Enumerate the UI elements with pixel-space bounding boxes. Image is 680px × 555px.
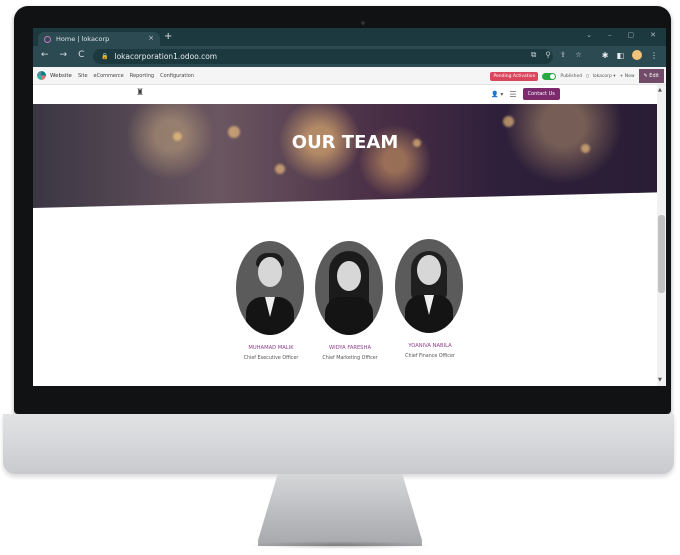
- member-role: Chief Finance Officer: [405, 354, 455, 359]
- tab-close-icon[interactable]: ×: [148, 34, 154, 42]
- zoom-icon[interactable]: ⚲: [545, 50, 551, 60]
- member-name: MUHAMAD MALIK: [248, 345, 294, 351]
- back-arrow-icon[interactable]: ←: [41, 50, 49, 60]
- address-bar[interactable]: 🔒 lokacorporation1.odoo.com: [93, 49, 553, 64]
- maximize-button[interactable]: ▢: [628, 31, 635, 39]
- forward-arrow-icon[interactable]: →: [60, 50, 68, 60]
- odoo-bar-right: Pending Activation Published ▯ lokacorp …: [490, 69, 664, 83]
- menu-ecommerce[interactable]: eCommerce: [94, 73, 124, 79]
- monitor-stand: [258, 474, 422, 546]
- site-logo-icon[interactable]: ♜: [136, 88, 144, 98]
- hamburger-menu-icon[interactable]: ☰: [509, 90, 516, 99]
- lock-icon[interactable]: 🔒: [101, 53, 108, 60]
- browser-tab[interactable]: Home | lokacorp ×: [38, 32, 160, 46]
- stand-shadow: [248, 541, 432, 549]
- published-label: Published: [560, 73, 583, 79]
- site-header: ♜ 👤 ▾ ☰ Contact Us: [33, 85, 657, 104]
- browser-actions: ✱ ◧ ⋮: [602, 50, 658, 60]
- odoo-admin-bar: Website Site eCommerce Reporting Configu…: [33, 67, 666, 85]
- member-photo: [315, 241, 383, 335]
- member-photo: [395, 239, 463, 333]
- url-text: lokacorporation1.odoo.com: [114, 52, 218, 61]
- scroll-up-icon[interactable]: ▲: [658, 87, 662, 93]
- window-controls: ⌄ – ▢ ✕: [586, 31, 656, 39]
- minimize-button[interactable]: –: [608, 31, 612, 39]
- published-toggle[interactable]: [542, 72, 557, 80]
- screen: Home | lokacorp × + ⌄ – ▢ ✕ ← → C 🔒 loka…: [33, 28, 666, 386]
- menu-site[interactable]: Site: [78, 73, 88, 79]
- menu-website[interactable]: Website: [50, 73, 72, 79]
- team-member-card: MUHAMAD MALIK Chief Executive Officer: [236, 241, 306, 361]
- member-name: YOANIVA NABILA: [408, 343, 452, 349]
- member-role: Chief Executive Officer: [243, 356, 299, 361]
- share-icon[interactable]: ⇪: [560, 50, 566, 60]
- edit-button[interactable]: ✎ Edit: [638, 69, 664, 83]
- tab-search-icon[interactable]: ⌄: [586, 31, 592, 39]
- contact-us-button[interactable]: Contact Us: [522, 88, 560, 100]
- member-photo: [236, 241, 304, 335]
- pending-activation-badge[interactable]: Pending Activation: [490, 71, 539, 81]
- browser-toolbar: ← → C 🔒 lokacorporation1.odoo.com ⧉ ⚲ ⇪ …: [33, 46, 666, 67]
- new-button[interactable]: + New: [620, 74, 635, 79]
- hero-banner: OUR TEAM: [33, 104, 657, 208]
- team-member-card: WIDYA FARESHA Chief Marketing Officer: [315, 241, 385, 361]
- kebab-menu-icon[interactable]: ⋮: [650, 51, 658, 60]
- member-name: WIDYA FARESHA: [328, 345, 371, 351]
- site-header-actions: 👤 ▾ ☰ Contact Us: [491, 88, 560, 100]
- user-menu-icon[interactable]: 👤 ▾: [491, 91, 503, 98]
- install-app-icon[interactable]: ⧉: [531, 50, 536, 60]
- extensions-puzzle-icon[interactable]: ✱: [602, 51, 609, 60]
- scroll-down-icon[interactable]: ▼: [658, 377, 662, 383]
- member-role: Chief Marketing Officer: [322, 356, 378, 361]
- bokeh-light: [503, 116, 514, 127]
- odoo-favicon-icon: [44, 35, 51, 43]
- nav-buttons: ← → C: [41, 50, 84, 60]
- mobile-preview-icon[interactable]: ▯: [586, 74, 588, 79]
- browser-tab-bar: Home | lokacorp × + ⌄ – ▢ ✕: [33, 28, 666, 46]
- monitor-chin: [3, 414, 674, 474]
- scroll-thumb[interactable]: [658, 215, 665, 293]
- bokeh-light: [275, 164, 285, 174]
- profile-avatar[interactable]: [632, 50, 642, 60]
- close-window-button[interactable]: ✕: [650, 31, 656, 39]
- team-member-card: YOANIVA NABILA Chief Finance Officer: [395, 239, 465, 359]
- tab-title: Home | lokacorp: [56, 35, 110, 43]
- bookmark-star-icon[interactable]: ☆: [575, 50, 582, 60]
- menu-configuration[interactable]: Configuration: [160, 73, 194, 79]
- reload-icon[interactable]: C: [78, 50, 84, 60]
- menu-reporting[interactable]: Reporting: [130, 73, 154, 79]
- hero-title: OUR TEAM: [291, 132, 399, 153]
- odoo-app-icon[interactable]: [37, 71, 46, 80]
- new-tab-button[interactable]: +: [164, 31, 172, 42]
- page-scrollbar[interactable]: ▲ ▼: [657, 85, 666, 386]
- omnibox-actions: ⧉ ⚲ ⇪ ☆: [531, 50, 582, 60]
- camera-icon: [361, 21, 365, 25]
- side-panel-icon[interactable]: ◧: [616, 51, 624, 60]
- company-switcher[interactable]: lokacorp ▾: [593, 74, 616, 79]
